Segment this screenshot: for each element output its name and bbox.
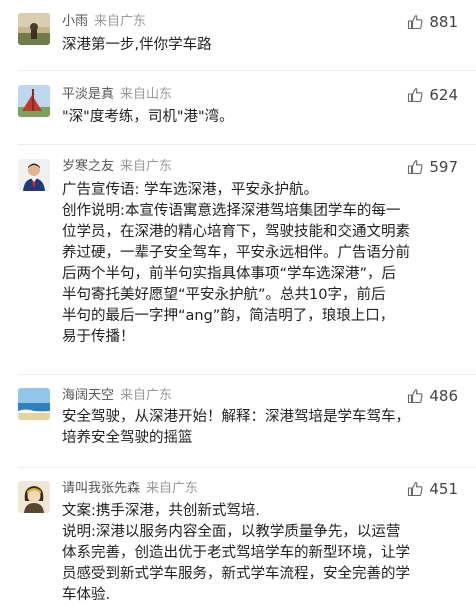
- comment-body: 深港第一步,伴你学车路: [62, 35, 462, 56]
- username[interactable]: 请叫我张先森: [62, 481, 140, 496]
- comment-line: 创作说明:本宣传语寓意选择深港驾培集团学车的每一: [62, 203, 401, 219]
- thumbs-up-icon: [408, 389, 423, 404]
- like-count: 486: [429, 387, 458, 405]
- avatar[interactable]: [18, 481, 50, 513]
- avatar[interactable]: [18, 85, 50, 117]
- thumbs-up-icon: [408, 482, 423, 497]
- username[interactable]: 岁寒之友: [62, 159, 114, 174]
- comment-line: "深"度考练，司机"港"湾。: [62, 109, 234, 125]
- avatar-image: [18, 388, 50, 420]
- comment-line: 安全驾驶，从深港开始！解释：深港驾培是学车驾车，: [62, 409, 410, 425]
- like-button[interactable]: 451: [407, 480, 458, 498]
- location: 来自广东: [146, 481, 199, 496]
- comment-line: 体系完善，创造出优于老式驾培学车的新型环境，让学: [62, 545, 410, 561]
- like-count: 451: [429, 480, 458, 498]
- username[interactable]: 海阔天空: [62, 388, 114, 403]
- comment-line: 半句的最后一字押“ang”韵，简洁明了，琅琅上口，: [62, 308, 395, 324]
- location: 来自广东: [120, 388, 173, 403]
- avatar-image: [18, 159, 50, 191]
- comment-meta: 请叫我张先森 来自广东: [62, 481, 198, 497]
- location: 来自广东: [94, 14, 147, 29]
- comment-meta: 小雨 来自广东: [62, 14, 146, 30]
- thumbs-up-icon: [408, 160, 423, 175]
- comment-line: 培养安全驾驶的摇篮: [62, 430, 193, 446]
- comment-meta: 岁寒之友 来自广东: [62, 159, 172, 175]
- comment-line: 后两个半句，前半句实指具体事项“学车选深港”，后: [62, 266, 397, 282]
- comment: 小雨 来自广东 881 深港第一步,伴你学车路: [0, 0, 476, 70]
- like-button[interactable]: 597: [407, 158, 458, 176]
- comment-body: 安全驾驶，从深港开始！解释：深港驾培是学车驾车， 培养安全驾驶的摇篮: [62, 407, 462, 449]
- like-count: 597: [429, 158, 458, 176]
- comment-meta: 平淡是真 来自山东: [62, 87, 172, 103]
- thumbs-up-icon: [408, 15, 423, 30]
- comment-line: 车体验.: [62, 587, 111, 603]
- comment-line: 半句寄托美好愿望“平安永护航”。总共10字，前后: [62, 287, 386, 303]
- avatar-image: [18, 481, 50, 513]
- comment-line: 文案:携手深港，共创新式驾培.: [62, 503, 260, 519]
- like-button[interactable]: 486: [407, 387, 458, 405]
- like-button[interactable]: 881: [407, 13, 458, 31]
- location: 来自广东: [120, 159, 173, 174]
- location: 来自山东: [120, 87, 173, 102]
- comment: 平淡是真 来自山东 624 "深"度考练，司机"港"湾。: [0, 71, 476, 144]
- thumbs-up-icon: [408, 88, 423, 103]
- avatar-image: [18, 85, 50, 117]
- comment-line: 易于传播！: [62, 329, 135, 345]
- comment-line: 说明:深港以服务内容全面，以教学质量争先，以运营: [62, 524, 401, 540]
- avatar[interactable]: [18, 388, 50, 420]
- comment-list: 小雨 来自广东 881 深港第一步,伴你学车路 平淡是真 来自山东 624 "深…: [0, 0, 476, 612]
- username[interactable]: 平淡是真: [62, 87, 114, 102]
- like-button[interactable]: 624: [407, 86, 458, 104]
- comment-body: 文案:携手深港，共创新式驾培. 说明:深港以服务内容全面，以教学质量争先，以运营…: [62, 501, 462, 606]
- comment: 岁寒之友 来自广东 597 广告宣传语: 学车选深港，平安永护航。 创作说明:本宣…: [0, 145, 476, 374]
- comment-body: 广告宣传语: 学车选深港，平安永护航。 创作说明:本宣传语寓意选择深港驾培集团学…: [62, 180, 462, 348]
- comment-line: 广告宣传语: 学车选深港，平安永护航。: [62, 182, 318, 198]
- comment: 海阔天空 来自广东 486 安全驾驶，从深港开始！解释：深港驾培是学车驾车， 培养…: [0, 375, 476, 467]
- comment-line: 员感受到新式学车服务，新式学车流程，安全完善的学: [62, 566, 410, 582]
- avatar[interactable]: [18, 159, 50, 191]
- comment-body: "深"度考练，司机"港"湾。: [62, 107, 462, 128]
- comment-line: 位学员，在深港的精心培育下，驾驶技能和交通文明素: [62, 224, 410, 240]
- avatar[interactable]: [18, 13, 50, 45]
- comment-meta: 海阔天空 来自广东: [62, 388, 172, 404]
- comment: 请叫我张先森 来自广东 451 文案:携手深港，共创新式驾培. 说明:深港以服务内…: [0, 468, 476, 612]
- avatar-image: [18, 13, 50, 45]
- like-count: 881: [429, 13, 458, 31]
- like-count: 624: [429, 86, 458, 104]
- username[interactable]: 小雨: [62, 14, 88, 29]
- comment-line: 养过硬，一辈子安全驾车，平安永远相伴。广告语分前: [62, 245, 410, 261]
- comment-line: 深港第一步,伴你学车路: [62, 37, 212, 53]
